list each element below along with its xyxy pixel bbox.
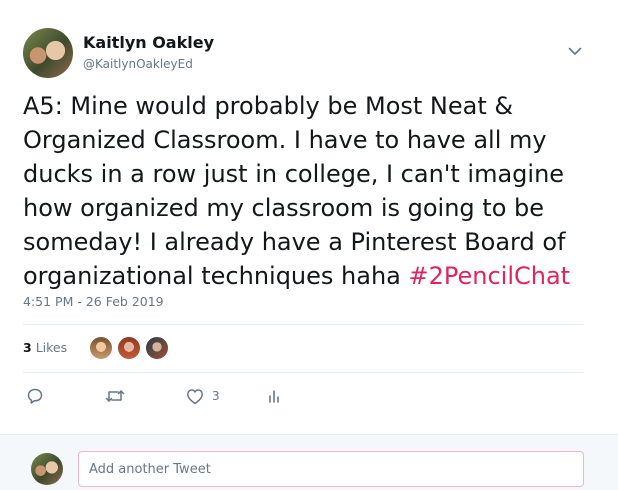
tweet-text: A5: Mine would probably be Most Neat & O… (23, 89, 598, 293)
likes-count-link[interactable]: 3 Likes (23, 340, 67, 355)
hashtag-link[interactable]: #2PencilChat (409, 262, 571, 290)
tweet-text-last: organizational techniques haha (23, 262, 409, 290)
tweet-text-line: organizational techniques haha #2PencilC… (23, 259, 598, 293)
tweet-text-line: ducks in a row just in college, I can't … (23, 160, 565, 188)
likes-label: Likes (35, 340, 68, 355)
analytics-icon (269, 390, 279, 403)
tweet-text-line: how organized my classroom is going to b… (23, 194, 545, 222)
tweet-text-line: someday! I already have a Pinterest Boar… (23, 228, 566, 256)
author-name[interactable]: Kaitlyn Oakley (83, 33, 214, 52)
liker-avatar[interactable] (89, 336, 113, 360)
chevron-down-icon (568, 47, 582, 55)
retweet-button[interactable] (105, 386, 125, 406)
like-button[interactable]: 3 (186, 386, 220, 406)
tweet-timestamp[interactable]: 4:51 PM - 26 Feb 2019 (23, 294, 164, 309)
divider (23, 324, 584, 325)
tweet-card: Kaitlyn Oakley @KaitlynOakleyEd A5: Mine… (0, 0, 618, 434)
reply-composer (0, 434, 618, 490)
more-options-button[interactable] (566, 43, 584, 59)
reply-icon (27, 388, 43, 404)
like-count: 3 (212, 389, 220, 403)
author-handle[interactable]: @KaitlynOakleyEd (83, 57, 193, 71)
tweet-text-line: A5: Mine would probably be Most Neat & (23, 92, 514, 120)
reply-input[interactable] (78, 451, 584, 487)
retweet-icon (105, 390, 125, 402)
tweet-text-line: Organized Classroom. I have to have all … (23, 126, 547, 154)
author-avatar[interactable] (23, 28, 73, 78)
reply-button[interactable] (26, 386, 44, 406)
liker-avatar[interactable] (145, 336, 169, 360)
liker-avatar[interactable] (117, 336, 141, 360)
likes-count: 3 (23, 340, 32, 355)
divider (23, 372, 584, 373)
analytics-button[interactable] (266, 386, 282, 406)
heart-icon (187, 388, 203, 404)
user-avatar[interactable] (31, 453, 63, 485)
